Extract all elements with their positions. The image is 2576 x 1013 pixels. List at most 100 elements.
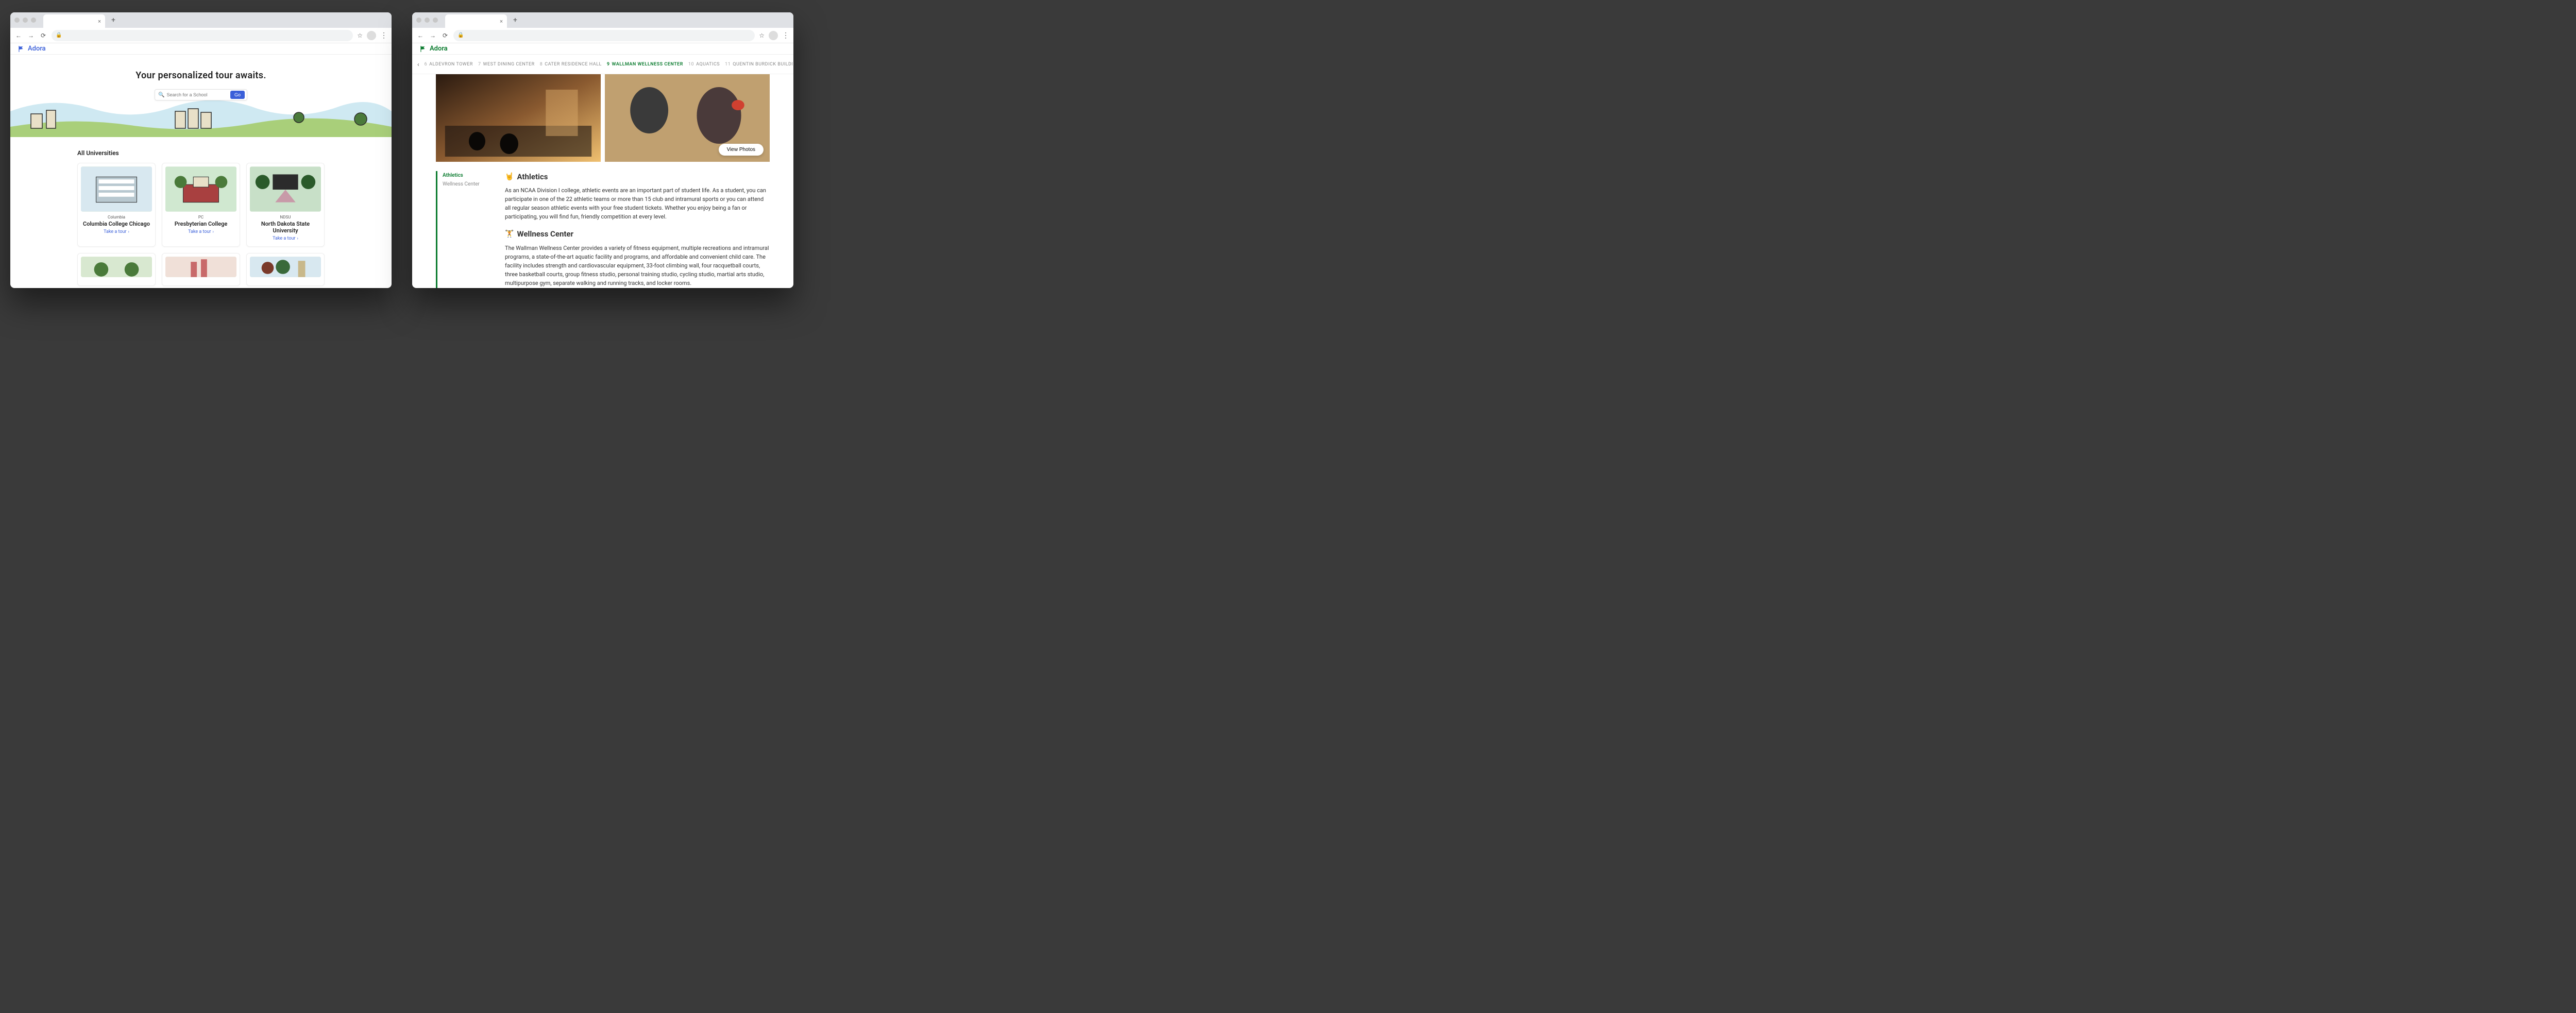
all-universities-section: All Universities Columbia Columbia Colle… xyxy=(10,137,392,286)
university-card[interactable]: PC Presbyterian College Take a tour› xyxy=(162,163,240,247)
card-thumb xyxy=(165,257,236,277)
hero: Your personalized tour awaits. 🔍 Go xyxy=(10,55,392,137)
section-link-wellness[interactable]: Wellness Center xyxy=(443,180,493,189)
card-title: Columbia College Chicago xyxy=(81,221,152,227)
university-card[interactable] xyxy=(246,253,325,286)
titlebar: × + xyxy=(412,12,793,28)
hero-title: Your personalized tour awaits. xyxy=(10,70,392,81)
university-card[interactable]: NDSU North Dakota State University Take … xyxy=(246,163,325,247)
card-logo: Columbia xyxy=(81,215,152,220)
kebab-menu-icon[interactable]: ⋮ xyxy=(380,31,387,40)
view-photos-button[interactable]: View Photos xyxy=(719,144,764,156)
tour-stop[interactable]: 8CATER RESIDENCE HALL xyxy=(540,62,602,67)
brand-name[interactable]: Adora xyxy=(430,45,448,53)
card-thumb xyxy=(250,166,321,212)
browser-window-right: × + ← → ⟳ 🔒 ☆ ⋮ Adora ‹ 6ALDEVRON TOWER … xyxy=(412,12,793,288)
chevron-right-icon: › xyxy=(128,229,129,234)
bookmark-icon[interactable]: ☆ xyxy=(759,32,765,39)
hero-photo-fitness: View Photos xyxy=(605,74,770,162)
tour-stop[interactable]: 7WEST DINING CENTER xyxy=(478,62,535,67)
university-card[interactable] xyxy=(162,253,240,286)
search-bar: 🔍 Go xyxy=(155,89,247,100)
tour-stops-nav: ‹ 6ALDEVRON TOWER 7WEST DINING CENTER 8C… xyxy=(412,55,793,74)
lock-icon: 🔒 xyxy=(56,32,62,38)
new-tab-button[interactable]: + xyxy=(513,16,517,24)
tour-stop-active[interactable]: 9WALLMAN WELLNESS CENTER xyxy=(607,62,683,67)
forward-icon[interactable]: → xyxy=(27,32,35,39)
traffic-lights xyxy=(416,18,438,23)
search-input[interactable] xyxy=(166,92,230,97)
back-icon[interactable]: ← xyxy=(416,32,425,39)
bookmark-icon[interactable]: ☆ xyxy=(357,32,363,39)
site-header: Adora xyxy=(412,43,793,55)
go-button[interactable]: Go xyxy=(230,91,245,99)
card-grid: Columbia Columbia College Chicago Take a… xyxy=(77,163,325,286)
page-content-right: Adora ‹ 6ALDEVRON TOWER 7WEST DINING CEN… xyxy=(412,43,793,288)
card-thumb xyxy=(165,166,236,212)
tour-stop[interactable]: 11QUENTIN BURDICK BUILDING xyxy=(725,62,793,67)
address-bar: ← → ⟳ 🔒 ☆ ⋮ xyxy=(412,28,793,43)
browser-tab[interactable]: × xyxy=(43,14,105,28)
site-header: Adora xyxy=(10,43,392,55)
page-content-left: Adora Your personalized tour awaits. 🔍 G… xyxy=(10,43,392,288)
reload-icon[interactable]: ⟳ xyxy=(441,32,449,39)
minimize-dot[interactable] xyxy=(425,18,430,23)
zoom-dot[interactable] xyxy=(31,18,36,23)
kebab-menu-icon[interactable]: ⋮ xyxy=(782,31,789,40)
section-link-athletics[interactable]: Athletics xyxy=(443,171,493,180)
take-tour-link[interactable]: Take a tour› xyxy=(250,236,321,241)
card-logo: PC xyxy=(165,215,236,220)
take-tour-link[interactable]: Take a tour› xyxy=(81,229,152,234)
reload-icon[interactable]: ⟳ xyxy=(39,32,47,39)
close-icon[interactable]: × xyxy=(500,18,503,25)
browser-window-left: × + ← → ⟳ 🔒 ☆ ⋮ Adora Your personalized … xyxy=(10,12,392,288)
section-paragraph: The Wallman Wellness Center provides a v… xyxy=(505,244,770,288)
article-body: Athletics Wellness Center 🤘Athletics As … xyxy=(412,162,793,288)
section-paragraph: As an NCAA Division I college, athletic … xyxy=(505,186,770,221)
rock-on-icon: 🤘 xyxy=(505,172,514,183)
lock-icon: 🔒 xyxy=(457,32,464,38)
address-bar: ← → ⟳ 🔒 ☆ ⋮ xyxy=(10,28,392,43)
traffic-lights xyxy=(14,18,36,23)
profile-avatar[interactable] xyxy=(769,31,778,40)
minimize-dot[interactable] xyxy=(23,18,28,23)
section-heading: 🤘Athletics xyxy=(505,171,770,183)
chevron-right-icon: › xyxy=(297,236,298,241)
section-heading: 🏋️Wellness Center xyxy=(505,228,770,240)
university-card[interactable] xyxy=(77,253,156,286)
hero-photo-gym xyxy=(436,74,601,162)
card-title: North Dakota State University xyxy=(250,221,321,234)
titlebar: × + xyxy=(10,12,392,28)
article-content: 🤘Athletics As an NCAA Division I college… xyxy=(505,171,770,288)
tour-stop[interactable]: 6ALDEVRON TOWER xyxy=(425,62,473,67)
university-card[interactable]: Columbia Columbia College Chicago Take a… xyxy=(77,163,156,247)
browser-tab[interactable]: × xyxy=(445,14,507,28)
section-title: All Universities xyxy=(77,149,325,157)
profile-avatar[interactable] xyxy=(367,31,376,40)
close-dot[interactable] xyxy=(14,18,20,23)
forward-icon[interactable]: → xyxy=(429,32,437,39)
brand-name[interactable]: Adora xyxy=(28,45,46,53)
close-icon[interactable]: × xyxy=(98,18,101,25)
chevron-left-icon[interactable]: ‹ xyxy=(417,61,419,68)
back-icon[interactable]: ← xyxy=(14,32,23,39)
take-tour-link[interactable]: Take a tour› xyxy=(165,229,236,234)
search-icon: 🔍 xyxy=(158,92,164,98)
flag-icon xyxy=(419,45,427,53)
zoom-dot[interactable] xyxy=(433,18,438,23)
tour-stop[interactable]: 10AQUATICS xyxy=(688,62,720,67)
url-field[interactable]: 🔒 xyxy=(453,30,755,41)
section-nav: Athletics Wellness Center xyxy=(436,171,493,288)
photo-row: View Photos xyxy=(412,74,793,162)
url-field[interactable]: 🔒 xyxy=(52,30,353,41)
flag-icon xyxy=(18,45,25,53)
close-dot[interactable] xyxy=(416,18,421,23)
card-thumb xyxy=(81,166,152,212)
card-title: Presbyterian College xyxy=(165,221,236,227)
card-logo: NDSU xyxy=(250,215,321,220)
card-thumb xyxy=(250,257,321,277)
weightlift-icon: 🏋️ xyxy=(505,229,514,240)
chevron-right-icon: › xyxy=(212,229,213,234)
card-thumb xyxy=(81,257,152,277)
new-tab-button[interactable]: + xyxy=(111,16,115,24)
